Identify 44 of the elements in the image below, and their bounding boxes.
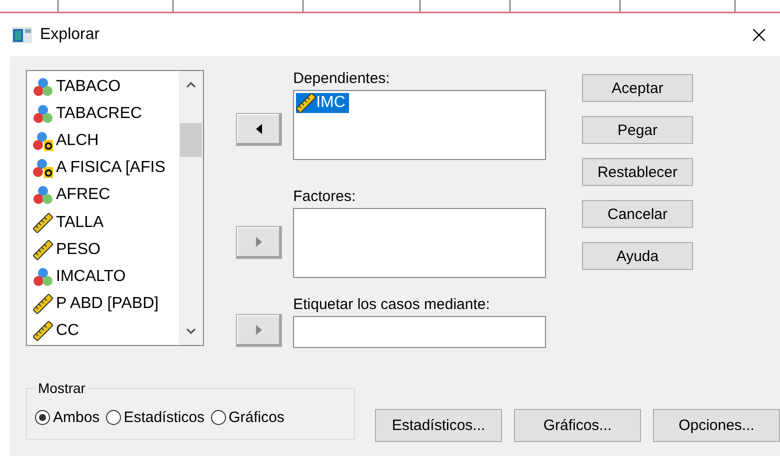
dialog-button[interactable]: Aceptar xyxy=(582,74,693,102)
string-variable-icon xyxy=(33,158,53,178)
window-icon xyxy=(12,27,32,43)
input-field[interactable] xyxy=(293,316,546,348)
dialog-button[interactable]: Opciones... xyxy=(653,409,780,442)
variable-item[interactable]: TABACO xyxy=(27,73,179,100)
nominal-variable-icon xyxy=(33,185,53,206)
variable-item[interactable]: IMCALTO xyxy=(27,263,179,290)
string-variable-icon xyxy=(33,130,53,151)
nominal-variable-icon xyxy=(33,104,53,124)
dialog-button[interactable]: Ayuda xyxy=(582,242,693,270)
move-button[interactable] xyxy=(236,112,282,146)
dialog-button[interactable]: Restablecer xyxy=(582,158,693,186)
target-label: Etiquetar los casos mediante: xyxy=(293,296,491,314)
dialog-button[interactable]: Cancelar xyxy=(582,200,693,228)
nominal-variable-icon xyxy=(33,266,53,287)
left-arrow-icon xyxy=(256,124,262,134)
radio-option[interactable]: Ambos xyxy=(35,409,100,426)
variable-item[interactable]: PESO xyxy=(27,236,179,264)
variable-item[interactable]: A FISICA [AFIS xyxy=(27,154,179,182)
radio-option[interactable]: Estadísticos xyxy=(106,409,205,426)
right-arrow-icon xyxy=(256,237,262,247)
dialog-button[interactable]: Estadísticos... xyxy=(375,409,502,442)
target-label: Factores: xyxy=(293,188,357,206)
variable-item[interactable]: TABACREC xyxy=(27,100,179,128)
right-arrow-icon xyxy=(256,325,262,335)
scrollbar[interactable] xyxy=(179,71,203,345)
ruler-icon xyxy=(296,93,316,113)
variable-list[interactable]: TABACO TABACREC ALCH A FISICA [AFIS AFREC TALLA PESO IMCALTO P ABD [PABD] CC xyxy=(26,70,204,346)
variable-item[interactable]: TALLA xyxy=(27,208,179,236)
dialog-button[interactable]: Pegar xyxy=(582,116,693,144)
variable-item[interactable]: CC xyxy=(27,318,179,345)
target-label: Dependientes: xyxy=(293,70,391,88)
variable-item[interactable]: AFREC xyxy=(27,182,179,209)
target-list[interactable]: IMC xyxy=(293,90,546,160)
variable-item[interactable]: ALCH xyxy=(27,127,179,155)
target-item[interactable]: IMC xyxy=(296,93,350,113)
variable-item[interactable]: P ABD [PABD] xyxy=(27,290,179,318)
group-title: Mostrar xyxy=(37,380,86,396)
nominal-variable-icon xyxy=(33,76,53,97)
target-list[interactable] xyxy=(293,208,546,278)
dialog-button[interactable]: Gráficos... xyxy=(514,409,641,442)
radio-option[interactable]: Gráficos xyxy=(210,409,284,426)
window-title: Explorar xyxy=(40,26,101,44)
